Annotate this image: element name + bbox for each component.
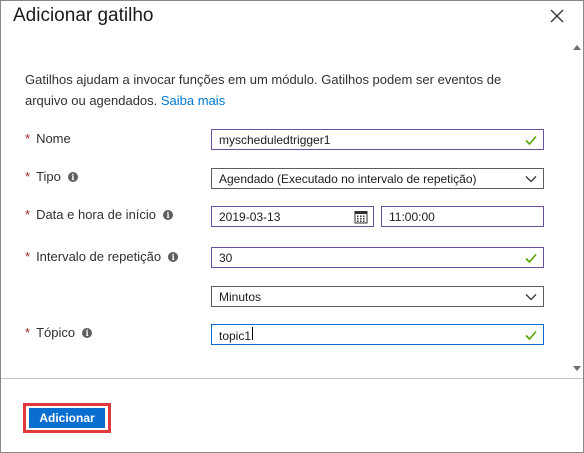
dialog-title: Adicionar gatilho [13, 5, 154, 26]
start-date-value: 2019-03-13 [219, 209, 281, 224]
chevron-down-icon [525, 175, 537, 182]
topic-field[interactable]: topic1 [211, 324, 544, 345]
text-caret [252, 326, 254, 340]
add-button-highlight: Adicionar [23, 403, 111, 433]
name-label: * Nome [25, 131, 71, 146]
chevron-down-icon [525, 293, 537, 300]
add-trigger-dialog: Adicionar gatilho Gatilhos ajudam a invo… [0, 0, 584, 453]
calendar-icon[interactable] [354, 210, 368, 224]
check-icon [525, 253, 537, 263]
name-value: myscheduledtrigger1 [219, 132, 331, 147]
start-time-value: 11:00:00 [389, 209, 435, 224]
type-select[interactable]: Agendado (Executado no intervalo de repe… [211, 168, 544, 189]
interval-label-text: Intervalo de repetição [36, 249, 162, 264]
topic-value: topic1 [219, 326, 254, 343]
name-label-text: Nome [36, 131, 71, 146]
required-asterisk: * [25, 169, 31, 184]
check-icon [525, 135, 537, 145]
start-time-field[interactable]: 11:00:00 [381, 206, 544, 227]
required-asterisk: * [25, 249, 31, 264]
interval-value: 30 [219, 250, 233, 265]
info-icon[interactable]: i [163, 209, 174, 220]
type-label-text: Tipo [36, 169, 61, 184]
topic-label-text: Tópico [36, 325, 76, 340]
info-icon[interactable]: i [82, 327, 93, 338]
interval-field[interactable]: 30 [211, 247, 544, 268]
close-icon[interactable] [546, 5, 568, 27]
required-asterisk: * [25, 131, 31, 146]
description: Gatilhos ajudam a invocar funções em um … [25, 69, 535, 111]
scroll-down-arrow-icon[interactable] [573, 366, 581, 371]
name-field[interactable]: myscheduledtrigger1 [211, 129, 544, 150]
check-icon [525, 330, 537, 340]
interval-label: * Intervalo de repetição i [25, 249, 179, 264]
type-value: Agendado (Executado no intervalo de repe… [219, 171, 477, 186]
learn-more-link[interactable]: Saiba mais [161, 93, 225, 108]
info-icon[interactable]: i [67, 171, 78, 182]
scroll-up-arrow-icon[interactable] [573, 45, 581, 50]
start-datetime-label: * Data e hora de início i [25, 207, 174, 222]
required-asterisk: * [25, 325, 31, 340]
topic-label: * Tópico i [25, 325, 93, 340]
required-asterisk: * [25, 207, 31, 222]
type-label: * Tipo i [25, 169, 78, 184]
description-text: Gatilhos ajudam a invocar funções em um … [25, 72, 502, 108]
interval-unit-select[interactable]: Minutos [211, 286, 544, 307]
interval-unit-value: Minutos [219, 289, 262, 304]
footer-divider [1, 378, 583, 379]
start-date-field[interactable]: 2019-03-13 [211, 206, 374, 227]
add-button[interactable]: Adicionar [29, 408, 105, 428]
info-icon[interactable]: i [168, 251, 179, 262]
start-datetime-label-text: Data e hora de início [36, 207, 157, 222]
